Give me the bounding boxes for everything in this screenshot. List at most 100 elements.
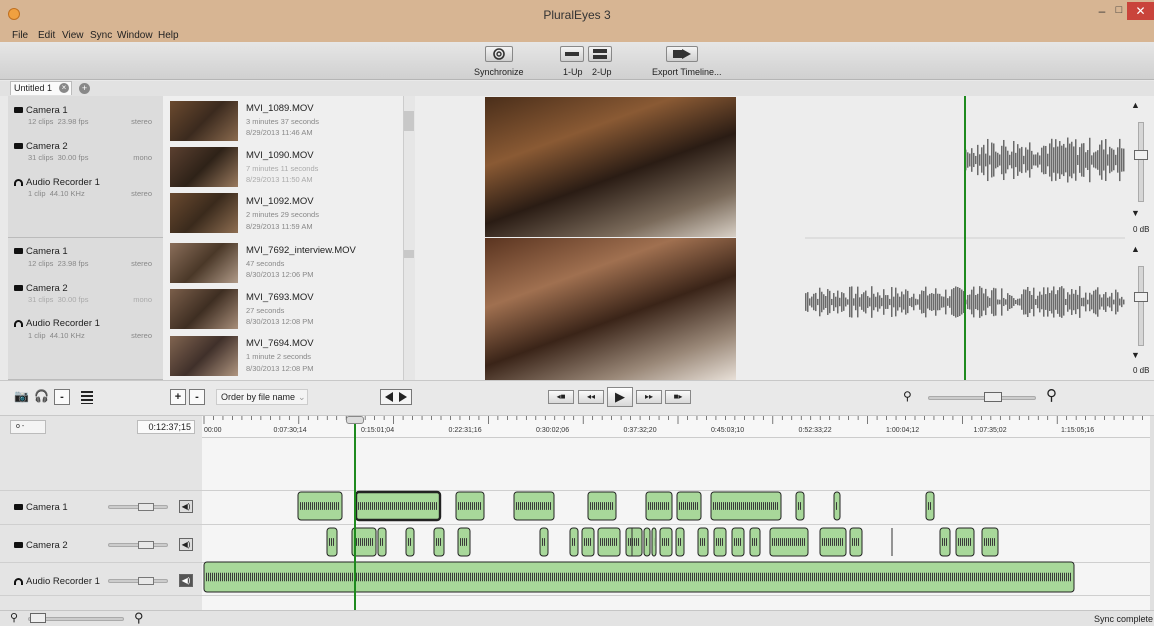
speaker-icon[interactable]: ◀) (179, 538, 193, 551)
source-mode: stereo (131, 189, 152, 198)
track-volume-knob[interactable] (138, 503, 154, 511)
clip-duration: 47 seconds (246, 259, 285, 268)
volume-slider-track[interactable] (1138, 266, 1144, 346)
rewind-button[interactable]: ◂◂ (578, 390, 604, 404)
timeline-scrollbar[interactable] (1150, 416, 1154, 610)
video-preview-top[interactable] (485, 97, 736, 237)
volume-slider-knob[interactable] (1134, 150, 1148, 160)
clip-duration: 3 minutes 37 seconds (246, 117, 319, 126)
clip-thumbnail[interactable] (170, 243, 238, 283)
layout-1up-label: 1-Up (563, 67, 583, 77)
timeline-zoom-out-icon[interactable]: ⚲ (10, 611, 18, 624)
volume-slider-track[interactable] (1138, 122, 1144, 202)
headphones-icon (14, 319, 23, 327)
menu-view[interactable]: View (62, 30, 84, 42)
go-to-end-button[interactable]: ■▸ (665, 390, 691, 404)
timeline-zoom-knob[interactable] (30, 613, 46, 623)
export-timeline-label: Export Timeline... (652, 67, 722, 77)
clip-thumbnail[interactable] (170, 147, 238, 187)
speaker-icon[interactable]: ◀) (179, 500, 193, 513)
clip-thumbnail[interactable] (170, 101, 238, 141)
timeline-options-button[interactable]: o - (10, 420, 46, 434)
order-by-dropdown[interactable]: Order by file name ⌄ (216, 389, 308, 405)
volume-db-label: 0 dB (1133, 225, 1150, 234)
export-timeline-button[interactable] (666, 46, 698, 62)
source-camera-1[interactable]: Camera 1 (14, 105, 68, 116)
remove-source-button[interactable]: - (54, 389, 70, 405)
menu-help[interactable]: Help (158, 30, 179, 42)
layout-2up-button[interactable] (588, 46, 612, 62)
scrollbar-thumb[interactable] (404, 111, 414, 131)
clip-title[interactable]: MVI_1089.MOV (246, 103, 314, 114)
source-audio-recorder-1[interactable]: Audio Recorder 1 (14, 177, 100, 188)
play-button[interactable]: ▶ (607, 387, 633, 407)
video-preview-bottom[interactable] (485, 238, 736, 380)
clip-date: 8/30/2013 12:08 PM (246, 317, 314, 326)
add-clip-button[interactable]: + (170, 389, 186, 405)
ruler-tick-label: 0:52:33;22 (798, 427, 832, 434)
menu-window[interactable]: Window (117, 30, 153, 42)
ruler-tick-label: 00:00 (204, 427, 222, 434)
export-icon (673, 49, 691, 59)
source-camera-1[interactable]: Camera 1 (14, 246, 68, 257)
minimize-button[interactable]: – (1094, 4, 1110, 20)
menu-file[interactable]: File (12, 30, 28, 42)
camera-icon (14, 248, 23, 255)
timecode-display[interactable]: 0:12:37;15 (137, 420, 195, 434)
headphones-icon (14, 577, 23, 585)
timeline-clips[interactable] (202, 438, 1150, 610)
source-meta: 31 clips 30.00 fps (28, 295, 89, 304)
clip-title[interactable]: MVI_7692_interview.MOV (246, 245, 356, 256)
zoom-in-icon[interactable]: ⚲ (1046, 386, 1057, 404)
menu-sync[interactable]: Sync (90, 30, 112, 42)
clip-thumbnail[interactable] (170, 289, 238, 329)
synchronize-button[interactable] (485, 46, 513, 62)
speaker-icon[interactable]: ◀) (179, 574, 193, 587)
ruler-tick-label: 0:45:03;10 (711, 427, 745, 434)
clip-duration: 2 minutes 29 seconds (246, 210, 319, 219)
timeline-zoom-in-icon[interactable]: ⚲ (134, 610, 144, 626)
clip-title[interactable]: MVI_7693.MOV (246, 292, 314, 303)
tab-close-icon[interactable]: × (59, 83, 69, 93)
go-to-start-button[interactable]: ◂■ (548, 390, 574, 404)
zoom-out-icon[interactable]: ⚲ (903, 389, 912, 403)
volume-slider-knob[interactable] (1134, 292, 1148, 302)
clip-title[interactable]: MVI_1092.MOV (246, 196, 314, 207)
clip-thumbnail[interactable] (170, 193, 238, 233)
clip-thumbnail[interactable] (170, 336, 238, 376)
scrollbar-thumb[interactable] (404, 250, 414, 258)
waveform-zoom-slider[interactable] (928, 396, 1036, 400)
tab-row (0, 81, 1154, 96)
track-label-audio-recorder-1: Audio Recorder 1 (14, 576, 100, 587)
nudge-buttons[interactable] (380, 389, 412, 405)
maximize-button[interactable]: □ (1111, 4, 1127, 20)
source-camera-2[interactable]: Camera 2 (14, 283, 68, 294)
menu-edit[interactable]: Edit (38, 30, 55, 42)
camera-icon (14, 285, 23, 292)
ruler-tick-label: 1:00:04;12 (886, 427, 920, 434)
volume-up-icon: ▲ (1131, 100, 1140, 110)
add-audio-icon[interactable]: 🎧 (34, 389, 52, 405)
close-button[interactable]: ✕ (1127, 2, 1154, 20)
track-volume-knob[interactable] (138, 577, 154, 585)
source-audio-recorder-1[interactable]: Audio Recorder 1 (14, 318, 100, 329)
fast-forward-button[interactable]: ▸▸ (636, 390, 662, 404)
track-label-camera-2: Camera 2 (14, 540, 68, 551)
playhead[interactable] (354, 416, 356, 610)
add-camera-icon[interactable]: 📷 (14, 389, 32, 405)
clip-title[interactable]: MVI_1090.MOV (246, 150, 314, 161)
source-camera-2[interactable]: Camera 2 (14, 141, 68, 152)
remove-clip-button[interactable]: - (189, 389, 205, 405)
list-view-icon[interactable] (80, 389, 94, 405)
ruler-tick-label: 0:07:30;14 (273, 427, 307, 434)
ruler-tick-label: 0:15:01;04 (361, 427, 395, 434)
clip-title[interactable]: MVI_7694.MOV (246, 338, 314, 349)
layout-1up-button[interactable] (560, 46, 584, 62)
waveform-zoom-knob[interactable] (984, 392, 1002, 402)
track-volume-knob[interactable] (138, 541, 154, 549)
clip-duration: 1 minute 2 seconds (246, 352, 312, 361)
playhead-handle[interactable] (346, 416, 364, 424)
source-meta: 12 clips 23.98 fps (28, 259, 89, 268)
clip-list-scrollbar[interactable] (403, 238, 415, 380)
add-tab-icon[interactable]: + (79, 83, 90, 94)
